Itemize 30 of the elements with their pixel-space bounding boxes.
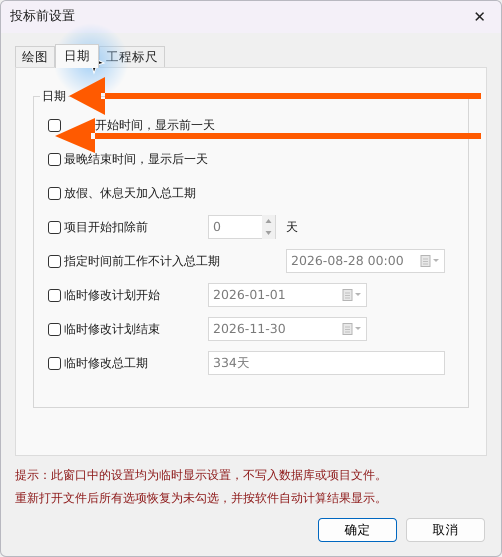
checkbox-label: 最晚结束时间，显示后一天 — [64, 151, 208, 168]
hint-text: 提示：此窗口中的设置均为临时显示设置，不写入数据库或项目文件。 — [15, 467, 388, 484]
checkbox[interactable] — [48, 118, 61, 132]
unit-label: 天 — [286, 219, 298, 236]
date-picker[interactable]: 2026-01-01 — [208, 283, 367, 307]
checkbox-label: 放假、休息天加入总工期 — [64, 185, 196, 202]
dialog-button[interactable]: 确定 — [318, 518, 397, 542]
checkbox[interactable] — [48, 288, 61, 302]
checkbox[interactable] — [48, 356, 61, 370]
checkbox[interactable] — [48, 322, 61, 336]
date-picker[interactable]: 2026-11-30 — [208, 317, 367, 341]
checkbox-label: 临时修改计划开始 — [64, 287, 160, 304]
tab[interactable]: 绘图 — [15, 46, 55, 67]
checkbox-label: 指定时间前工作不计入总工期 — [64, 253, 220, 270]
checkbox[interactable] — [48, 220, 61, 234]
hint-text: 重新打开文件后所有选项恢复为未勾选，并按软件自动计算结果显示。 — [15, 490, 388, 507]
window-title: 投标前设置 — [10, 8, 75, 26]
checkbox[interactable] — [48, 254, 61, 268]
tab[interactable]: 日期 — [55, 44, 99, 68]
checkbox-label: 开始时间，显示前一天 — [95, 117, 215, 134]
checkbox-label: 项目开始扣除前 — [64, 219, 148, 236]
date-picker[interactable]: 2026-08-28 00:00 — [286, 249, 445, 273]
text-field[interactable]: 334天 — [208, 351, 445, 375]
dialog-button[interactable]: 取消 — [406, 518, 485, 542]
checkbox-label: 临时修改计划结束 — [64, 321, 160, 338]
checkbox[interactable] — [48, 152, 61, 166]
close-button[interactable]: ✕ — [467, 6, 492, 28]
checkbox-label: 临时修改总工期 — [64, 355, 148, 372]
group-title: 日期 — [40, 88, 68, 104]
checkbox[interactable] — [48, 186, 61, 200]
